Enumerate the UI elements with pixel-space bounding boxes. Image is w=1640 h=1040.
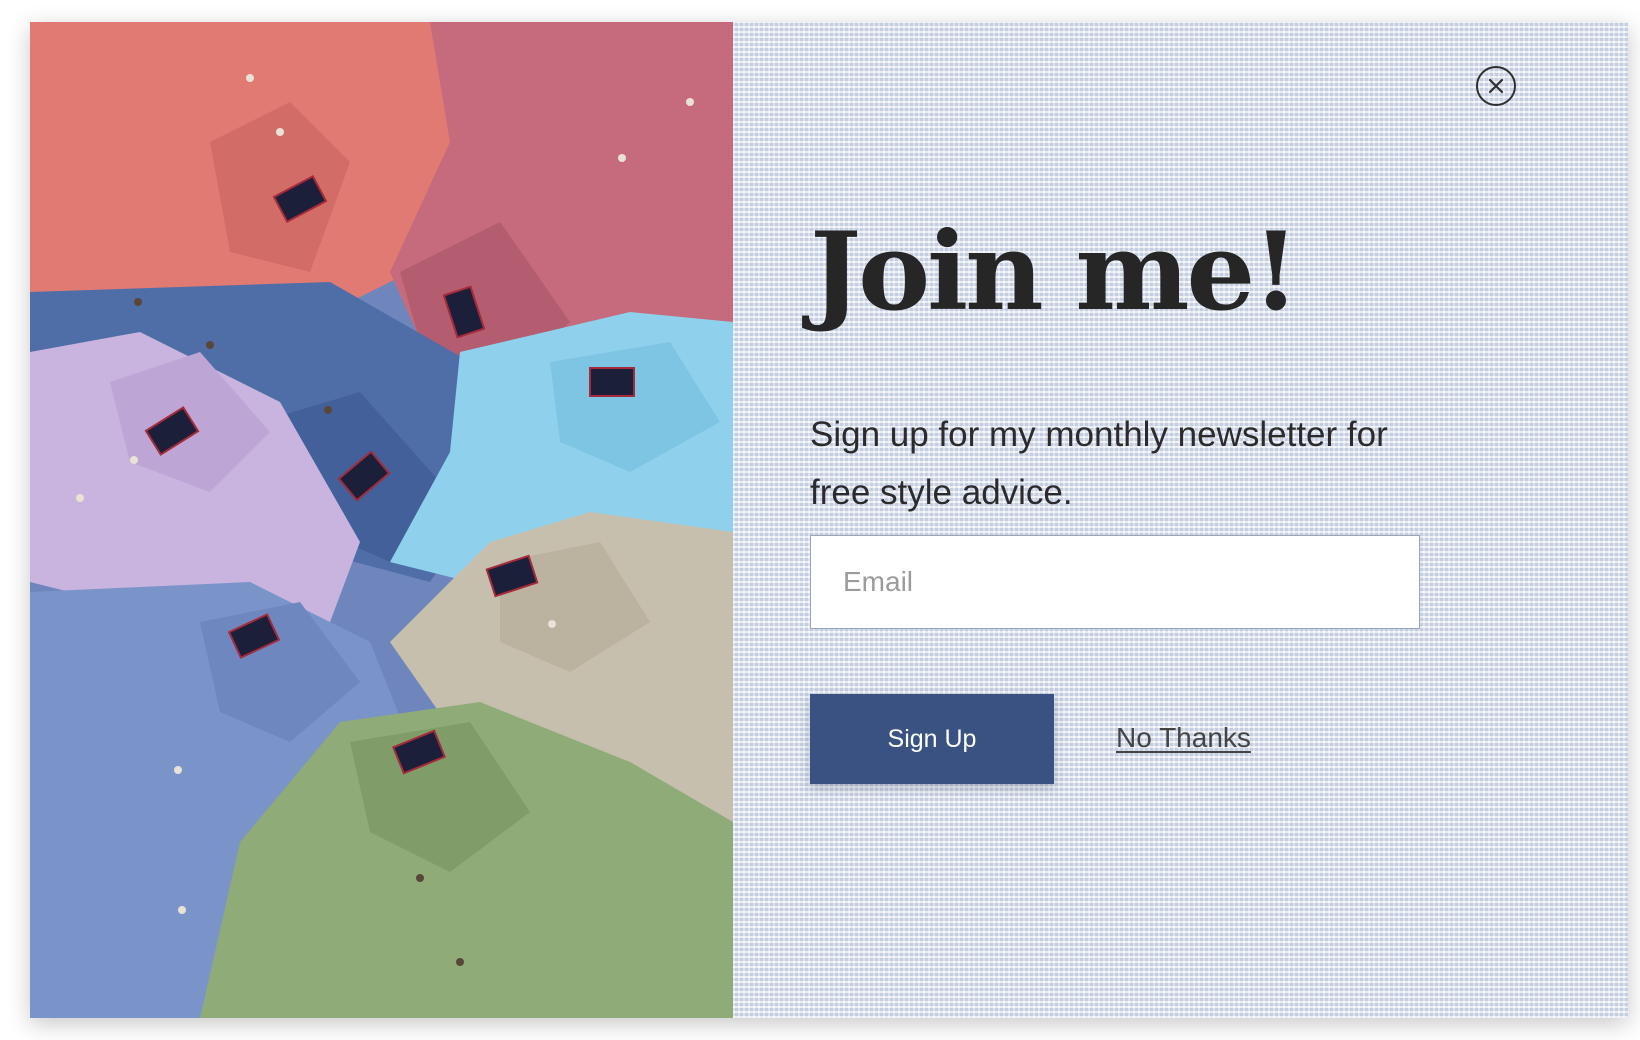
shirts-photo <box>30 22 733 1018</box>
close-icon <box>1488 78 1504 94</box>
email-field[interactable] <box>810 535 1420 629</box>
popup-subtext: Sign up for my monthly newsletter for fr… <box>810 415 1388 512</box>
popup-headline: Join me! <box>810 209 1300 335</box>
sign-up-button[interactable]: Sign Up <box>810 694 1054 784</box>
no-thanks-link[interactable]: No Thanks <box>1116 722 1251 754</box>
shirts-illustration <box>30 22 733 1018</box>
close-button[interactable] <box>1476 66 1516 106</box>
